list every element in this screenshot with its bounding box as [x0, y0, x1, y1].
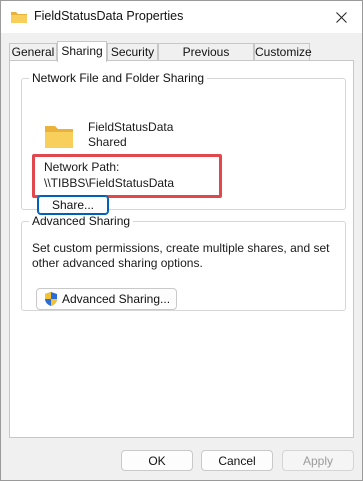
tab-security[interactable]: Security [107, 43, 158, 60]
tab-sharing[interactable]: Sharing [57, 41, 107, 62]
share-status: Shared [88, 135, 127, 149]
tab-general[interactable]: General [9, 43, 57, 60]
advanced-sharing-button[interactable]: Advanced Sharing... [36, 288, 177, 310]
folder-icon [10, 10, 28, 24]
dialog-button-bar: OK Cancel Apply [1, 438, 362, 480]
title-bar: FieldStatusData Properties [1, 1, 362, 33]
folder-icon [44, 123, 74, 149]
ok-button[interactable]: OK [121, 450, 193, 471]
advanced-sharing-group: Advanced Sharing Set custom permissions,… [21, 214, 346, 311]
uac-shield-icon [43, 291, 59, 307]
window-title: FieldStatusData Properties [34, 9, 184, 23]
close-icon[interactable] [320, 1, 362, 33]
tab-customize[interactable]: Customize [254, 43, 312, 60]
share-name: FieldStatusData [88, 120, 174, 134]
advanced-sharing-description: Set custom permissions, create multiple … [32, 241, 330, 270]
network-sharing-group: Network File and Folder Sharing FieldSta… [21, 71, 346, 215]
tab-previous-versions[interactable]: Previous Versions [158, 43, 254, 76]
apply-button[interactable]: Apply [282, 450, 354, 471]
share-button[interactable]: Share... [37, 195, 109, 215]
cancel-button[interactable]: Cancel [201, 450, 273, 471]
advanced-sharing-label: Advanced Sharing... [61, 292, 171, 306]
network-path-value: \\TIBBS\FieldStatusData [44, 176, 175, 190]
network-path-label: Network Path: [44, 160, 120, 174]
properties-dialog: FieldStatusData Properties General Shari… [0, 0, 363, 481]
sharing-tab-panel: Network File and Folder Sharing FieldSta… [9, 60, 354, 438]
group-legend: Network File and Folder Sharing [32, 71, 205, 85]
group-legend: Advanced Sharing [32, 214, 131, 228]
